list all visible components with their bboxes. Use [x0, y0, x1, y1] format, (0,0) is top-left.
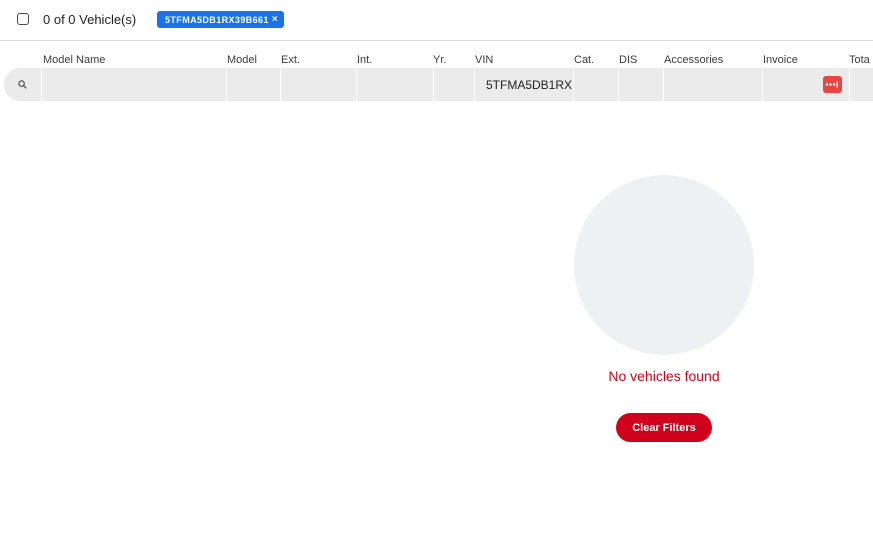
column-header-year[interactable]: Yr. — [433, 54, 446, 66]
empty-state-message: No vehicles found — [608, 368, 720, 384]
clear-filters-button[interactable]: Clear Filters — [616, 413, 712, 442]
range-filter-icon — [825, 81, 838, 88]
column-header-dis[interactable]: DIS — [619, 54, 637, 66]
year-filter[interactable] — [433, 68, 474, 101]
filter-chip[interactable]: 5TFMA5DB1RX39B661 × — [157, 11, 285, 28]
model-name-filter[interactable] — [41, 68, 226, 101]
search-icon — [18, 80, 27, 89]
column-header-model-name[interactable]: Model Name — [43, 54, 105, 66]
remove-filter-button[interactable]: × — [272, 14, 278, 25]
vehicle-count: 0 of 0 Vehicle(s) — [43, 12, 137, 27]
accessories-filter[interactable] — [663, 68, 762, 101]
toolbar: 0 of 0 Vehicle(s) 5TFMA5DB1RX39B661 × — [0, 0, 873, 41]
column-header-ext[interactable]: Ext. — [281, 54, 300, 66]
vin-filter[interactable]: 5TFMA5DB1RX — [474, 68, 573, 101]
search-button[interactable] — [4, 68, 41, 101]
column-header-accessories[interactable]: Accessories — [664, 54, 723, 66]
empty-state-illustration — [574, 175, 754, 355]
ext-filter[interactable] — [280, 68, 356, 101]
invoice-range-button[interactable] — [823, 76, 842, 93]
total-filter[interactable] — [849, 68, 873, 101]
int-filter[interactable] — [356, 68, 433, 101]
column-header-int[interactable]: Int. — [357, 54, 372, 66]
dis-filter[interactable] — [618, 68, 663, 101]
column-header-vin[interactable]: VIN — [475, 54, 493, 66]
column-header-invoice[interactable]: Invoice — [763, 54, 798, 66]
column-header-category[interactable]: Cat. — [574, 54, 594, 66]
select-all-checkbox[interactable] — [17, 13, 29, 25]
column-header-model[interactable]: Model — [227, 54, 257, 66]
filter-chip-label: 5TFMA5DB1RX39B661 — [165, 14, 269, 25]
category-filter[interactable] — [573, 68, 618, 101]
column-header-total[interactable]: Tota — [849, 54, 870, 66]
model-filter[interactable] — [226, 68, 280, 101]
